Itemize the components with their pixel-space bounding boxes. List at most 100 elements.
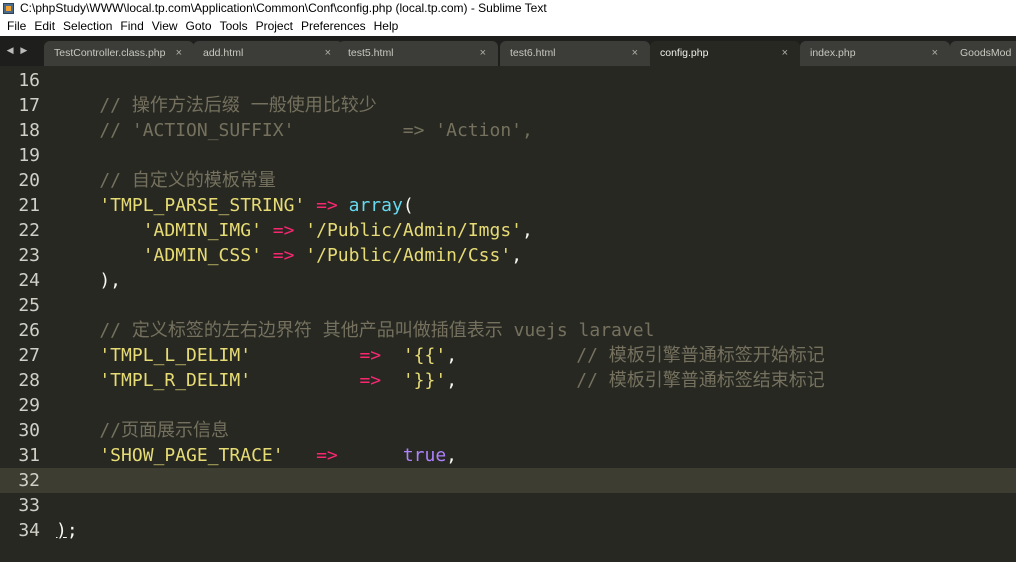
code-token-string: 'ADMIN_CSS'	[56, 245, 262, 266]
code-token-op: =>	[359, 370, 382, 391]
code-line[interactable]: 30 //页面展示信息	[0, 418, 1016, 443]
tab-label: config.php	[660, 47, 709, 59]
code-token-const: true	[402, 445, 447, 466]
code-token-comment: // 定义标签的左右边界符 其他产品叫做插值表示 vuejs laravel	[56, 320, 655, 341]
code-line[interactable]: 34);	[0, 518, 1016, 543]
code-line[interactable]: 21 'TMPL_PARSE_STRING' => array(	[0, 193, 1016, 218]
tab-config-php[interactable]: config.php ×	[650, 41, 800, 66]
code-line[interactable]: 27 'TMPL_L_DELIM' => '{{', // 模板引擎普通标签开始…	[0, 343, 1016, 368]
code-token-plain: ,	[446, 445, 458, 466]
tab-label: index.php	[810, 47, 856, 59]
line-number: 25	[18, 295, 40, 316]
tab-close-icon[interactable]: ×	[325, 41, 331, 66]
code-token-cursor: )	[56, 520, 67, 541]
code-token-string: 'SHOW_PAGE_TRACE'	[56, 445, 284, 466]
code-line[interactable]: 26 // 定义标签的左右边界符 其他产品叫做插值表示 vuejs larave…	[0, 318, 1016, 343]
code-token-fn: array	[348, 195, 403, 216]
code-token-op: =>	[272, 245, 295, 266]
code-line[interactable]: 19	[0, 143, 1016, 168]
menu-help[interactable]: Help	[370, 16, 403, 36]
code-text: // 操作方法后缀 一般使用比较少	[56, 93, 376, 118]
code-token-op: =>	[359, 345, 382, 366]
code-text: //页面展示信息	[56, 418, 229, 443]
line-number: 28	[18, 370, 40, 391]
tab-scroll-arrows-icon[interactable]: ◀ ▶	[0, 36, 36, 66]
code-token-plain: ,	[446, 370, 458, 391]
line-number: 22	[18, 220, 40, 241]
code-text: 'ADMIN_IMG' => '/Public/Admin/Imgs',	[56, 218, 533, 243]
tab-close-icon[interactable]: ×	[632, 41, 638, 66]
code-line[interactable]: 28 'TMPL_R_DELIM' => '}}', // 模板引擎普通标签结束…	[0, 368, 1016, 393]
code-token-plain: ,	[522, 220, 533, 241]
tab-index-php[interactable]: index.php ×	[800, 41, 950, 66]
code-line[interactable]: 22 'ADMIN_IMG' => '/Public/Admin/Imgs',	[0, 218, 1016, 243]
line-number: 27	[18, 345, 40, 366]
code-token-string: '}}'	[402, 370, 447, 391]
tab-test6-html[interactable]: test6.html ×	[500, 41, 650, 66]
code-line[interactable]: 17 // 操作方法后缀 一般使用比较少	[0, 93, 1016, 118]
code-line[interactable]: 31 'SHOW_PAGE_TRACE' => true,	[0, 443, 1016, 468]
menu-preferences[interactable]: Preferences	[297, 16, 370, 36]
tab-label: test5.html	[348, 47, 394, 59]
code-line[interactable]: 23 'ADMIN_CSS' => '/Public/Admin/Css',	[0, 243, 1016, 268]
line-number: 33	[18, 495, 40, 516]
menu-goto[interactable]: Goto	[182, 16, 216, 36]
menu-edit[interactable]: Edit	[30, 16, 59, 36]
line-number: 30	[18, 420, 40, 441]
code-token-string: 'TMPL_L_DELIM'	[56, 345, 252, 366]
tab-close-icon[interactable]: ×	[176, 41, 182, 66]
code-text: 'SHOW_PAGE_TRACE' => true,	[56, 443, 457, 468]
line-number: 18	[18, 120, 40, 141]
tab-close-icon[interactable]: ×	[480, 41, 486, 66]
code-line[interactable]: 32	[0, 468, 1016, 493]
tab-label: TestController.class.php	[54, 47, 166, 59]
code-text: 'TMPL_PARSE_STRING' => array(	[56, 193, 413, 218]
code-token-comment: // 'ACTION_SUFFIX' => 'Action',	[56, 120, 533, 141]
window-titlebar: C:\phpStudy\WWW\local.tp.com\Application…	[0, 0, 1016, 16]
code-token-string: 'TMPL_PARSE_STRING'	[56, 195, 306, 216]
code-token-op: =>	[272, 220, 295, 241]
code-token-string: 'ADMIN_IMG'	[56, 220, 262, 241]
tab-testcontroller-class-php[interactable]: TestController.class.php ×	[44, 41, 194, 66]
tab-test5-html[interactable]: test5.html ×	[338, 41, 498, 66]
line-number: 32	[18, 470, 40, 491]
code-line[interactable]: 20 // 自定义的模板常量	[0, 168, 1016, 193]
code-line[interactable]: 24 ),	[0, 268, 1016, 293]
code-token-op: =>	[316, 445, 338, 466]
code-text: ),	[56, 268, 121, 293]
code-text: // 自定义的模板常量	[56, 168, 276, 193]
code-token-comment: // 自定义的模板常量	[56, 170, 276, 191]
code-line[interactable]: 29	[0, 393, 1016, 418]
line-number: 23	[18, 245, 40, 266]
menu-project[interactable]: Project	[252, 16, 297, 36]
menu-view[interactable]: View	[148, 16, 182, 36]
menu-file[interactable]: File	[3, 16, 30, 36]
menu-selection[interactable]: Selection	[59, 16, 116, 36]
code-line[interactable]: 16	[0, 68, 1016, 93]
menu-tools[interactable]: Tools	[216, 16, 252, 36]
code-line[interactable]: 25	[0, 293, 1016, 318]
window-title: C:\phpStudy\WWW\local.tp.com\Application…	[20, 1, 547, 15]
code-token-op: =>	[316, 195, 338, 216]
code-text: 'TMPL_R_DELIM' => '}}', // 模板引擎普通标签结束标记	[56, 368, 824, 393]
code-text: 'TMPL_L_DELIM' => '{{', // 模板引擎普通标签开始标记	[56, 343, 825, 368]
code-line[interactable]: 33	[0, 493, 1016, 518]
tab-close-icon[interactable]: ×	[782, 41, 788, 66]
line-number: 19	[18, 145, 40, 166]
tab-goodsmod[interactable]: GoodsMod	[950, 41, 1016, 66]
tab-close-icon[interactable]: ×	[932, 41, 938, 66]
code-line[interactable]: 18 // 'ACTION_SUFFIX' => 'Action',	[0, 118, 1016, 143]
code-token-comment: // 模板引擎普通标签开始标记	[576, 345, 825, 366]
code-token-comment: //页面展示信息	[56, 420, 230, 441]
tab-add-html[interactable]: add.html ×	[193, 41, 343, 66]
code-editor[interactable]: 16 17 // 操作方法后缀 一般使用比较少 18 // 'ACTION_SUFF…	[0, 66, 1016, 562]
code-token-plain: ,	[511, 245, 523, 266]
menu-find[interactable]: Find	[116, 16, 147, 36]
line-number: 26	[18, 320, 40, 341]
